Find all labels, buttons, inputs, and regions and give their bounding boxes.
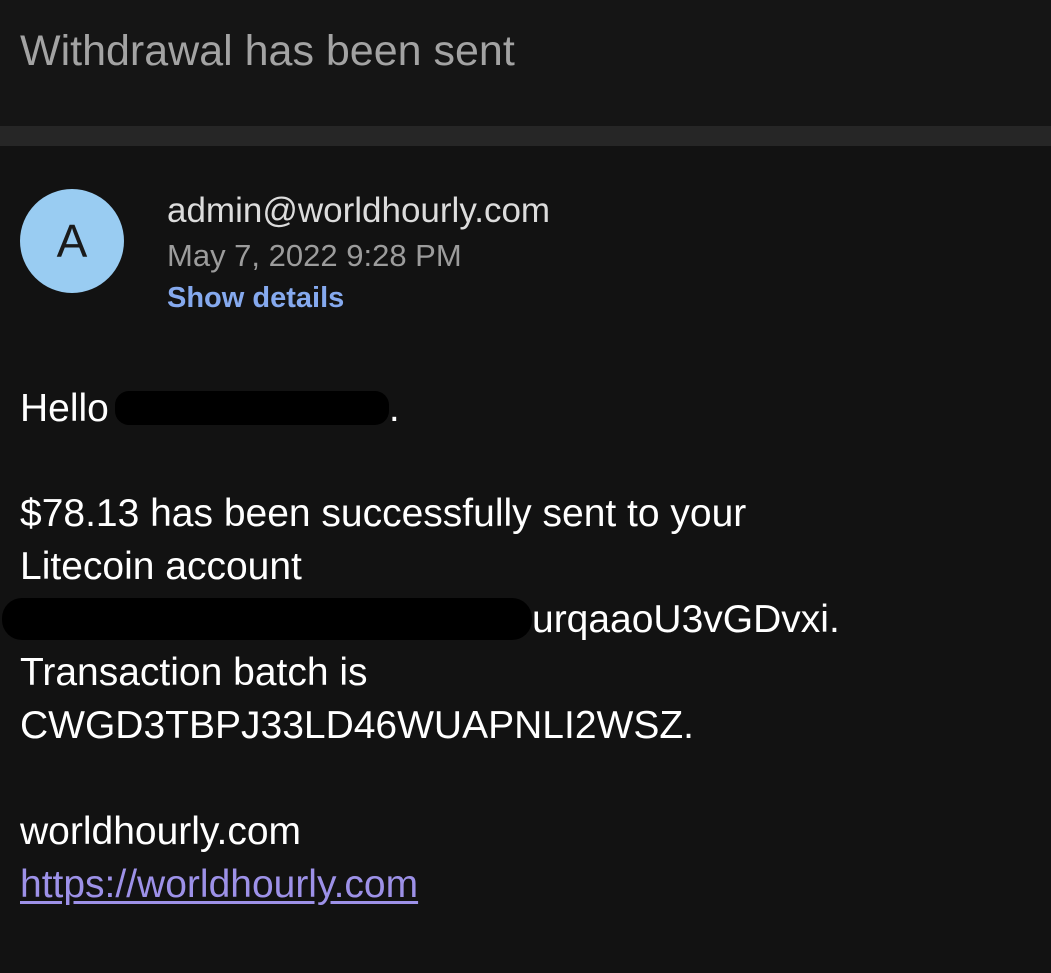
sender-header: A admin@worldhourly.com May 7, 2022 9:28…	[0, 146, 1051, 346]
body-line-batch-id: CWGD3TBPJ33LD46WUAPNLI2WSZ.	[20, 704, 694, 747]
body-line-account: Litecoin account	[20, 545, 302, 588]
greeting-prefix: Hello	[20, 387, 109, 430]
signature-site: worldhourly.com	[20, 810, 302, 853]
sent-date: May 7, 2022 9:28 PM	[167, 238, 462, 273]
header-divider	[0, 126, 1051, 146]
avatar-letter: A	[56, 215, 88, 267]
subject-bar: Withdrawal has been sent	[0, 0, 1051, 126]
sender-avatar[interactable]: A	[20, 189, 124, 293]
redacted-address	[2, 598, 532, 640]
body-line-batch-label: Transaction batch is	[20, 651, 368, 694]
email-subject: Withdrawal has been sent	[20, 27, 515, 75]
greeting-suffix: .	[388, 387, 400, 430]
body-line-amount: $78.13 has been successfully sent to you…	[20, 492, 747, 535]
greeting-line: Hello.	[20, 383, 400, 435]
show-details-link[interactable]: Show details	[167, 282, 344, 315]
sender-email: admin@worldhourly.com	[167, 191, 551, 230]
body-line-address: urqaaoU3vGDvxi.	[2, 594, 840, 646]
address-tail: urqaaoU3vGDvxi.	[532, 598, 840, 641]
signature-link[interactable]: https://worldhourly.com	[20, 859, 418, 911]
redacted-name	[114, 391, 389, 425]
